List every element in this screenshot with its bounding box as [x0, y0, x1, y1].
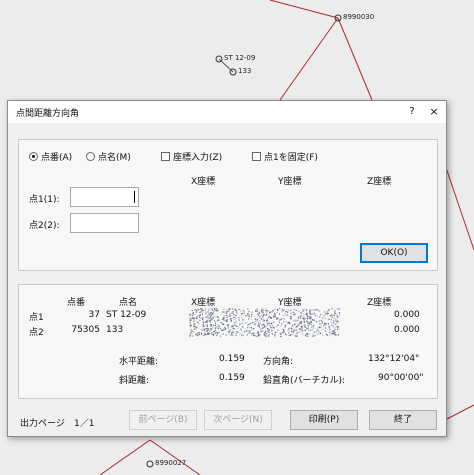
point-distance-dialog: 点間距離方向角 ? × 点番(A) 点名(M) 座標入力(Z) 点1を固定(F)…	[7, 100, 447, 437]
help-button[interactable]: ?	[404, 104, 420, 120]
text-caret	[134, 191, 135, 203]
traverse-line	[149, 439, 201, 475]
slope-distance-label: 斜距離:	[119, 376, 150, 386]
row2-name: 133	[106, 325, 124, 335]
point-label-st-12-09: ST 12-09	[224, 54, 256, 62]
dialog-titlebar[interactable]: 点間距離方向角 ? ×	[8, 101, 446, 123]
point-label-8990030: 8990030	[343, 13, 375, 21]
row2-number: 75305	[71, 325, 100, 335]
results-header-name: 点名	[119, 298, 138, 308]
print-button[interactable]: 印刷(P)	[290, 410, 358, 430]
output-page-label: 出力ページ	[20, 419, 65, 429]
row1-z: 0.000	[394, 310, 420, 320]
horizontal-distance-value: 0.159	[219, 354, 245, 364]
traverse-line	[337, 17, 373, 101]
direction-angle-value: 132°12'04"	[368, 354, 420, 364]
redacted-coordinates	[189, 308, 341, 338]
results-header-z: Z座標	[367, 298, 392, 308]
dialog-title: 点間距離方向角	[16, 109, 80, 119]
checkbox-icon	[252, 152, 261, 161]
point1-label: 点1(1):	[29, 195, 60, 205]
slope-distance-value: 0.159	[219, 373, 245, 383]
row1-number: 37	[88, 310, 100, 320]
checkbox-icon	[161, 152, 170, 161]
point-label-8990027: 8990027	[155, 459, 187, 467]
exit-button[interactable]: 終了	[369, 410, 437, 430]
radio-by-number[interactable]: 点番(A)	[29, 150, 72, 163]
radio-by-name[interactable]: 点名(M)	[86, 150, 131, 163]
results-header-number: 点番	[67, 298, 86, 308]
results-group: 点番 点名 X座標 Y座標 Z座標 点1 37 ST 12-09 0.000 点…	[18, 284, 438, 399]
y-coord-header: Y座標	[278, 177, 302, 187]
traverse-line	[99, 439, 151, 475]
row1-label: 点1	[29, 313, 44, 323]
traverse-line	[444, 404, 474, 421]
horizontal-distance-label: 水平距離:	[119, 357, 159, 367]
row2-label: 点2	[29, 328, 44, 338]
point2-input[interactable]	[70, 213, 139, 233]
point2-label: 点2(2):	[29, 221, 60, 231]
prev-page-button[interactable]: 前ページ(B)	[129, 410, 197, 430]
radio-selected-icon	[29, 152, 38, 161]
vertical-angle-label: 鉛直角(バーチカル):	[263, 376, 346, 386]
page-indicator: 1／1	[74, 419, 95, 429]
traverse-line	[269, 0, 339, 19]
direction-angle-label: 方向角:	[263, 357, 294, 367]
z-coord-header: Z座標	[367, 177, 392, 187]
row2-z: 0.000	[394, 325, 420, 335]
point-label-133: 133	[238, 67, 252, 75]
ok-button[interactable]: OK(O)	[360, 243, 428, 263]
close-button[interactable]: ×	[426, 104, 442, 120]
vertical-angle-value: 90°00'00"	[378, 373, 424, 383]
radio-icon	[86, 152, 95, 161]
point1-input[interactable]	[70, 187, 139, 207]
next-page-button[interactable]: 次ページ(N)	[204, 410, 272, 430]
results-header-y: Y座標	[278, 298, 302, 308]
checkbox-fix-point1[interactable]: 点1を固定(F)	[252, 150, 318, 163]
survey-point-marker	[146, 460, 154, 468]
checkbox-coord-input[interactable]: 座標入力(Z)	[161, 150, 222, 163]
row1-name: ST 12-09	[106, 310, 147, 320]
traverse-line	[279, 17, 339, 101]
results-header-x: X座標	[191, 298, 216, 308]
input-group: 点番(A) 点名(M) 座標入力(Z) 点1を固定(F) X座標 Y座標 Z座標…	[18, 139, 438, 271]
x-coord-header: X座標	[191, 177, 216, 187]
